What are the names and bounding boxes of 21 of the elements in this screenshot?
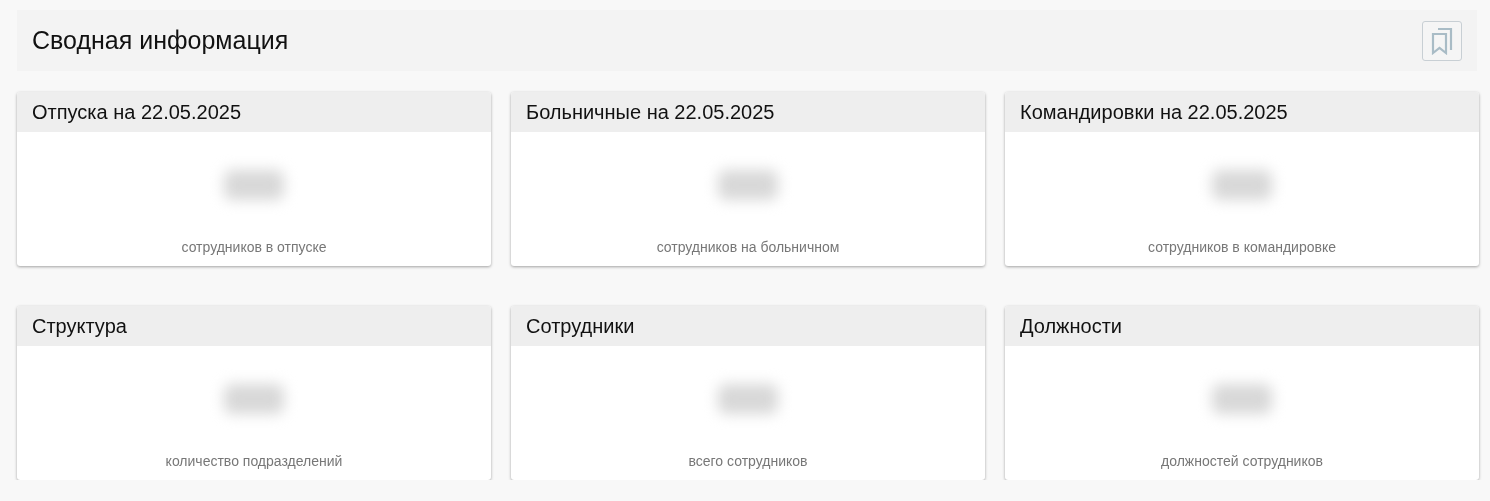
card-caption: сотрудников в отпуске: [181, 239, 327, 255]
card-title: Сотрудники: [526, 314, 635, 338]
card-title: Структура: [32, 314, 127, 338]
blurred-value: [224, 384, 284, 414]
blurred-value: [1212, 384, 1272, 414]
blurred-value: [1212, 170, 1272, 200]
card-caption: всего сотрудников: [688, 453, 808, 469]
blurred-value: [718, 384, 778, 414]
card-caption: сотрудников в командировке: [1148, 239, 1336, 255]
card-title: Должности: [1020, 314, 1122, 338]
card-caption: должностей сотрудников: [1161, 453, 1323, 469]
page-title: Сводная информация: [32, 26, 289, 55]
card-caption: сотрудников на больничном: [656, 239, 840, 255]
bookmarks-button[interactable]: [1422, 20, 1462, 61]
card-title: Командировки на 22.05.2025: [1020, 100, 1288, 124]
blurred-value: [224, 170, 284, 200]
bookmarks-icon: [1430, 26, 1454, 55]
card-title: Отпуска на 22.05.2025: [32, 100, 241, 124]
card-caption: количество подразделений: [165, 453, 343, 469]
card-title: Больничные на 22.05.2025: [526, 100, 775, 124]
blurred-value: [718, 170, 778, 200]
